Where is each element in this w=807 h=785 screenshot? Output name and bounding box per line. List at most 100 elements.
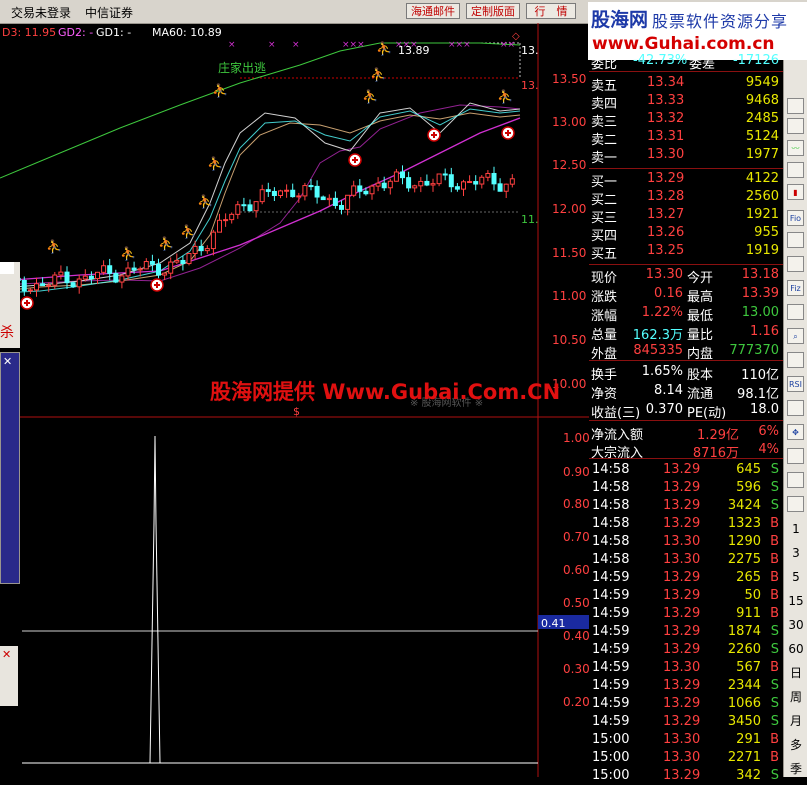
tick-row[interactable]: 14:58 13.30 1290 B — [589, 533, 783, 551]
tick-price: 13.29 — [663, 678, 701, 693]
custom-layout-button[interactable]: 定制版面 — [466, 3, 520, 19]
right-edge-label: 13. — [521, 44, 539, 57]
left-info-box[interactable]: ✕ — [0, 646, 18, 706]
tick-row[interactable]: 14:58 13.30 2275 B — [589, 551, 783, 569]
ask-row[interactable]: 卖四 13.33 9468 — [589, 92, 783, 112]
runner-icon: ⛹ — [197, 193, 213, 210]
left-floating-panel[interactable]: 杀 — [0, 262, 20, 348]
sub-tick: 0.20 — [563, 695, 589, 709]
period-month[interactable]: 月 — [787, 712, 805, 730]
candle-body — [296, 195, 302, 198]
tick-time: 14:58 — [592, 552, 630, 567]
candle-body — [491, 172, 497, 185]
move-icon[interactable]: ✥ — [787, 424, 804, 440]
candle-icon[interactable]: ▮ — [787, 184, 804, 200]
toolbar-button[interactable] — [787, 232, 804, 248]
quote-button[interactable]: 行 情 — [526, 3, 576, 19]
tick-row[interactable]: 15:00 13.29 342 S — [589, 767, 783, 785]
ask-row[interactable]: 卖二 13.31 5124 — [589, 128, 783, 148]
tick-row[interactable]: 14:58 13.29 1323 B — [589, 515, 783, 533]
logo-url: www.Guhai.com.cn — [592, 34, 775, 54]
ask-price: 13.31 — [647, 129, 685, 144]
bid-price: 13.29 — [647, 171, 685, 186]
tick-row[interactable]: 14:59 13.29 1066 S — [589, 695, 783, 713]
period-5[interactable]: 5 — [787, 568, 805, 586]
close-icon[interactable]: ✕ — [3, 355, 12, 368]
period-week[interactable]: 周 — [787, 688, 805, 706]
period-60[interactable]: 60 — [787, 640, 805, 658]
haitong-mail-button[interactable]: 海通邮件 — [406, 3, 460, 19]
tick-row[interactable]: 15:00 13.30 291 B — [589, 731, 783, 749]
flow-percent: 6% — [758, 424, 779, 439]
bid-row[interactable]: 买二 13.28 2560 — [589, 188, 783, 208]
period-1[interactable]: 1 — [787, 520, 805, 538]
rsi-icon[interactable]: RSI — [787, 376, 804, 392]
tick-row[interactable]: 14:58 13.29 3424 S — [589, 497, 783, 515]
buy-marker-icon — [501, 126, 515, 140]
bid-row[interactable]: 买四 13.26 955 — [589, 224, 783, 244]
tick-time: 14:59 — [592, 624, 630, 639]
tick-row[interactable]: 14:59 13.30 567 B — [589, 659, 783, 677]
tick-row[interactable]: 14:59 13.29 1874 S — [589, 623, 783, 641]
toolbar-button[interactable] — [787, 304, 804, 320]
ask-row[interactable]: 卖一 13.30 1977 — [589, 146, 783, 166]
tick-price: 13.29 — [663, 462, 701, 477]
toolbar-button[interactable] — [787, 98, 804, 114]
ask-row[interactable]: 卖三 13.32 2485 — [589, 110, 783, 130]
tick-row[interactable]: 14:59 13.29 911 B — [589, 605, 783, 623]
tick-volume: 2344 — [727, 678, 761, 693]
tick-time: 14:58 — [592, 534, 630, 549]
tick-price: 13.30 — [663, 534, 701, 549]
candle-body — [320, 196, 326, 201]
toolbar-button[interactable] — [787, 472, 804, 488]
candle-body — [381, 182, 387, 189]
left-side-widget[interactable]: ✕ — [0, 352, 20, 584]
bid-price: 13.26 — [647, 225, 685, 240]
tick-price: 13.29 — [663, 588, 701, 603]
runner-icon: ⛹ — [362, 88, 378, 105]
bid-row[interactable]: 买五 13.25 1919 — [589, 242, 783, 262]
tick-row[interactable]: 14:59 13.29 50 B — [589, 587, 783, 605]
fiz-icon[interactable]: Fiz — [787, 280, 804, 296]
bid-price: 13.27 — [647, 207, 685, 222]
sub-tick: 0.30 — [563, 662, 589, 676]
trend-icon[interactable]: 〰 — [787, 140, 804, 156]
tick-row[interactable]: 14:59 13.29 2344 S — [589, 677, 783, 695]
fio-icon[interactable]: Fio — [787, 210, 804, 226]
tick-row[interactable]: 14:59 13.29 265 B — [589, 569, 783, 587]
ask-volume: 1977 — [745, 147, 779, 162]
toolbar-button[interactable] — [787, 400, 804, 416]
candle-body — [497, 183, 503, 192]
toolbar-button[interactable] — [787, 448, 804, 464]
tick-row[interactable]: 14:58 13.29 645 S — [589, 461, 783, 479]
period-multi[interactable]: 多 — [787, 736, 805, 754]
toolbar-button[interactable] — [787, 162, 804, 178]
toolbar-button[interactable] — [787, 352, 804, 368]
period-3[interactable]: 3 — [787, 544, 805, 562]
toolbar-button[interactable] — [787, 118, 804, 134]
tick-side: S — [770, 714, 779, 729]
toolbar-button[interactable] — [787, 496, 804, 512]
period-day[interactable]: 日 — [787, 664, 805, 682]
search-icon[interactable]: ⌕ — [787, 328, 804, 344]
runner-icon: ⛹ — [180, 223, 196, 240]
candle-body — [436, 173, 442, 185]
period-15[interactable]: 15 — [787, 592, 805, 610]
bid-row[interactable]: 买一 13.29 4122 — [589, 170, 783, 190]
tick-row[interactable]: 14:59 13.29 2260 S — [589, 641, 783, 659]
tick-row[interactable]: 15:00 13.30 2271 B — [589, 749, 783, 767]
toolbar-button[interactable] — [787, 256, 804, 272]
tick-row[interactable]: 14:58 13.29 596 S — [589, 479, 783, 497]
tick-time: 14:58 — [592, 480, 630, 495]
close-icon[interactable]: ✕ — [2, 648, 11, 661]
ask-row[interactable]: 卖五 13.34 9549 — [589, 74, 783, 94]
period-season[interactable]: 季 — [787, 760, 805, 778]
bid-row[interactable]: 买三 13.27 1921 — [589, 206, 783, 226]
fundamental-label: 收益(三) — [591, 406, 641, 421]
period-30[interactable]: 30 — [787, 616, 805, 634]
tick-volume: 2275 — [727, 552, 761, 567]
tick-row[interactable]: 14:59 13.29 3450 S — [589, 713, 783, 731]
candle-body — [235, 204, 241, 215]
stat-row: 涨幅 1.22% 最低 13.00 — [589, 304, 783, 324]
price-tick: 11.50 — [552, 246, 586, 260]
